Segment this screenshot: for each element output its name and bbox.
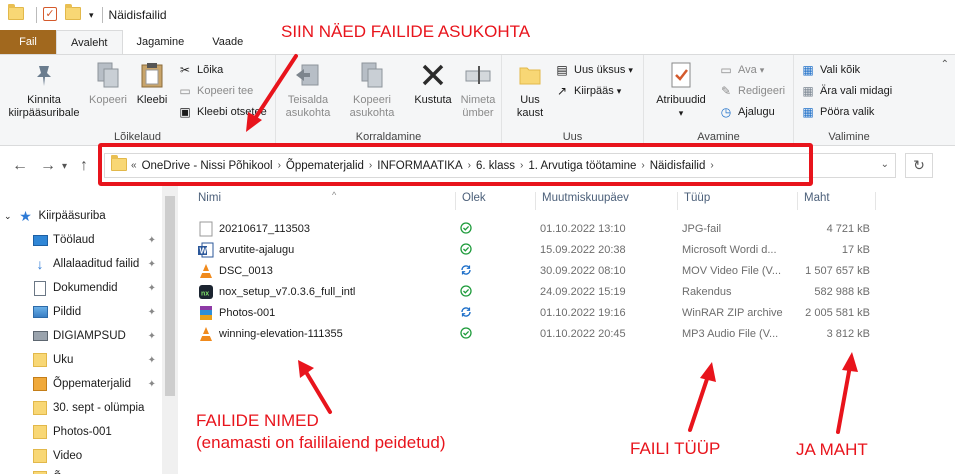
arrowhead-type xyxy=(700,362,716,382)
arrow-to-type xyxy=(688,374,710,432)
arrow-to-size xyxy=(836,364,852,434)
arrow-to-names xyxy=(304,370,332,414)
annotation-file-names: FAILIDE NIMED xyxy=(196,411,319,430)
arrowhead-size xyxy=(842,352,858,372)
annotation-arrows xyxy=(246,54,858,434)
arrow-to-address xyxy=(252,54,298,122)
annotation-file-names-note: (enamasti on faililaiend peidetud) xyxy=(196,433,446,452)
annotation-file-size: JA MAHT xyxy=(796,440,868,459)
annotation-file-type: FAILI TÜÜP xyxy=(630,439,721,458)
annotation-location: SIIN NÄED FAILIDE ASUKOHTA xyxy=(281,22,531,41)
